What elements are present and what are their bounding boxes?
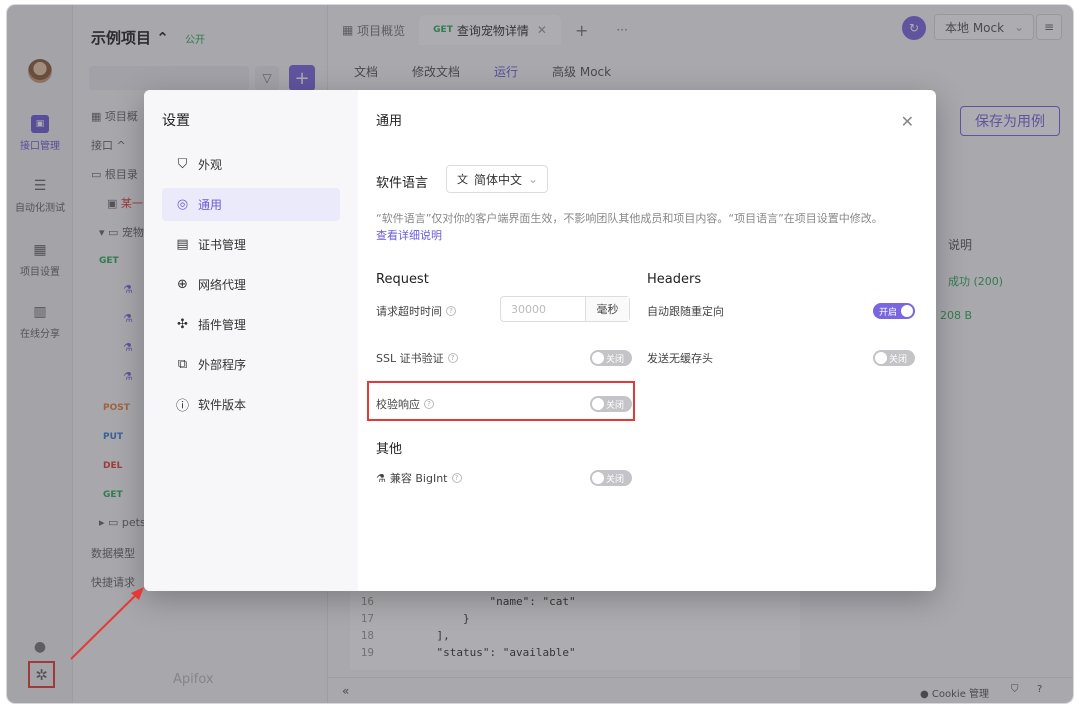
toggle-knob bbox=[901, 305, 913, 317]
general-icon: ◎ bbox=[176, 197, 189, 212]
bigint-label: ⚗ 兼容 BigInt? bbox=[376, 470, 462, 486]
nav-certificates[interactable]: ▤ 证书管理 bbox=[162, 228, 340, 261]
help-icon[interactable]: ? bbox=[447, 353, 458, 363]
nav-label: 网络代理 bbox=[198, 278, 247, 292]
nav-version[interactable]: ⓘ 软件版本 bbox=[162, 388, 340, 421]
timeout-label: 请求超时时间? bbox=[376, 303, 456, 319]
language-label: 软件语言 bbox=[376, 176, 429, 191]
no-cache-label: 发送无缓存头 bbox=[647, 352, 713, 365]
language-note: “软件语言”仅对你的客户端界面生效，不影响团队其他成员和项目内容。“项目语言”在… bbox=[376, 212, 883, 225]
settings-nav: 设置 ⛉ 外观 ◎ 通用 ▤ 证书管理 ⊕ 网络代理 ✣ 插件管理 ⧉ 外部程序 ⓘ 软件版本 bbox=[144, 90, 358, 591]
language-select[interactable]: 文 简体中文 ⌄ bbox=[446, 165, 548, 193]
nav-label: 通用 bbox=[198, 198, 223, 212]
shirt-icon: ⛉ bbox=[177, 157, 188, 172]
nav-label: 外部程序 bbox=[198, 358, 247, 372]
section-title: 通用 bbox=[376, 114, 403, 129]
annotation-arrow bbox=[70, 587, 144, 660]
ssl-label: SSL 证书验证? bbox=[376, 350, 458, 366]
option-text: 兼容 BigInt bbox=[389, 472, 448, 485]
headers-section-title: Headers bbox=[647, 272, 702, 287]
no-cache-toggle[interactable]: 关闭 bbox=[873, 350, 915, 366]
nav-external-programs[interactable]: ⧉ 外部程序 bbox=[162, 348, 340, 381]
toggle-text: 关闭 bbox=[606, 474, 625, 485]
settings-modal: 设置 ⛉ 外观 ◎ 通用 ▤ 证书管理 ⊕ 网络代理 ✣ 插件管理 ⧉ 外部程序 ⓘ 软件版本… bbox=[144, 90, 936, 591]
certificate-icon: ▤ bbox=[176, 237, 189, 252]
toggle-knob bbox=[592, 352, 604, 364]
language-value: 简体中文 bbox=[474, 172, 523, 187]
settings-content: 通用 ✕ 软件语言 文 简体中文 ⌄ “软件语言”仅对你的客户端界面生效，不影响… bbox=[358, 90, 936, 591]
toggle-knob bbox=[875, 352, 887, 364]
info-icon: ⓘ bbox=[175, 399, 189, 414]
toggle-text: 开启 bbox=[879, 307, 898, 318]
nav-label: 外观 bbox=[198, 158, 223, 172]
settings-title: 设置 bbox=[162, 113, 190, 129]
toggle-knob bbox=[592, 472, 604, 484]
translate-icon: 文 bbox=[457, 173, 468, 186]
other-section-title: 其他 bbox=[376, 442, 403, 457]
help-icon[interactable]: ? bbox=[446, 306, 456, 316]
bigint-toggle[interactable]: 关闭 bbox=[590, 470, 632, 486]
nav-label: 插件管理 bbox=[198, 318, 247, 332]
timeout-input[interactable]: 30000 毫秒 bbox=[500, 296, 630, 322]
highlight-box bbox=[367, 381, 635, 421]
option-text: 请求超时时间 bbox=[376, 305, 442, 318]
toggle-text: 关闭 bbox=[606, 354, 625, 365]
language-help-link[interactable]: 查看详细说明 bbox=[376, 227, 442, 243]
toggle-text: 关闭 bbox=[889, 354, 908, 365]
ssl-toggle[interactable]: 关闭 bbox=[590, 350, 632, 366]
redirect-toggle[interactable]: 开启 bbox=[873, 303, 915, 319]
flask-icon: ⚗ bbox=[376, 471, 386, 485]
redirect-label: 自动跟随重定向 bbox=[647, 305, 724, 318]
request-section-title: Request bbox=[376, 272, 429, 287]
timeout-unit: 毫秒 bbox=[585, 297, 629, 321]
option-text: SSL 证书验证 bbox=[376, 352, 444, 365]
nav-appearance[interactable]: ⛉ 外观 bbox=[162, 148, 340, 181]
nav-plugins[interactable]: ✣ 插件管理 bbox=[162, 308, 340, 341]
chevron-down-icon: ⌄ bbox=[528, 172, 539, 186]
timeout-placeholder[interactable]: 30000 bbox=[501, 297, 585, 321]
globe-icon: ⊕ bbox=[177, 277, 188, 292]
app-window: ▣ 接口管理 ☰ 自动化测试 ▦ 项目设置 ▥ 在线分享 ● ✲ 示例项目 ⌃ … bbox=[7, 5, 1073, 703]
nav-proxy[interactable]: ⊕ 网络代理 bbox=[162, 268, 340, 301]
plugin-icon: ✣ bbox=[177, 317, 188, 332]
help-icon[interactable]: ? bbox=[451, 473, 462, 483]
nav-label: 软件版本 bbox=[198, 398, 247, 412]
nav-general[interactable]: ◎ 通用 bbox=[162, 188, 340, 221]
external-icon: ⧉ bbox=[177, 357, 188, 372]
nav-label: 证书管理 bbox=[198, 238, 247, 252]
close-icon[interactable]: ✕ bbox=[901, 112, 914, 131]
